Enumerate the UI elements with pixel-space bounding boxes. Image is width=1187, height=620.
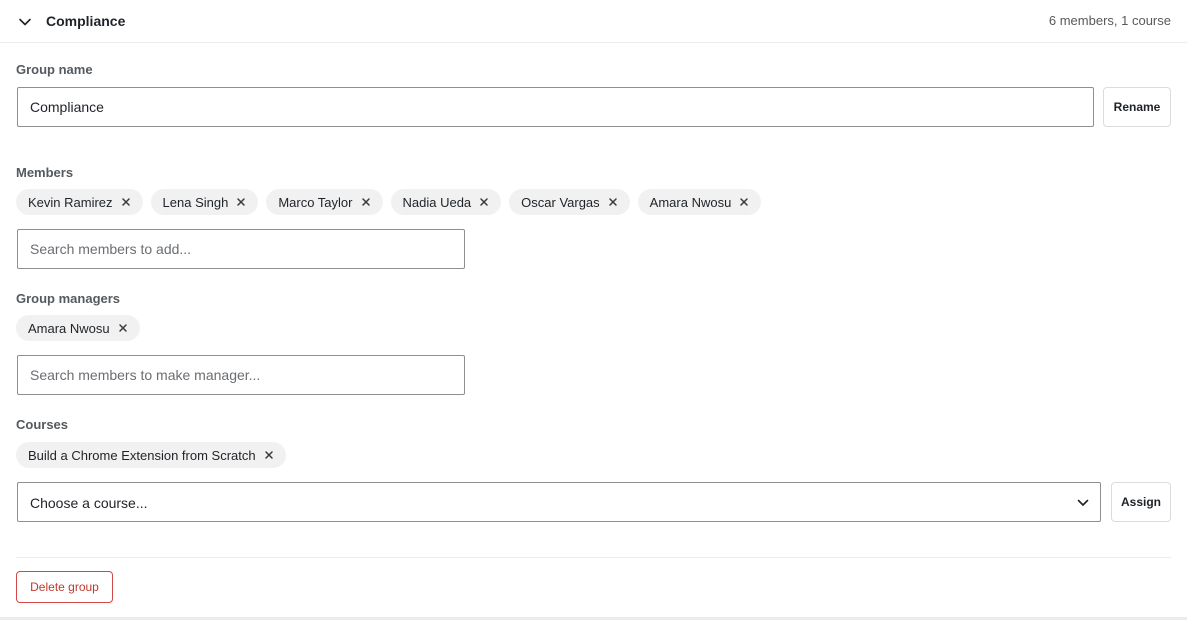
member-chip: Lena Singh: [150, 189, 259, 215]
divider: [16, 557, 1171, 558]
chevron-down-icon: [1076, 496, 1090, 510]
close-icon[interactable]: [118, 323, 128, 333]
courses-chip-list: Build a Chrome Extension from Scratch: [16, 442, 286, 468]
course-chip-label: Build a Chrome Extension from Scratch: [28, 447, 256, 463]
manager-search-input[interactable]: [17, 355, 465, 395]
assign-button[interactable]: Assign: [1111, 482, 1171, 522]
close-icon[interactable]: [608, 197, 618, 207]
member-chip: Oscar Vargas: [509, 189, 630, 215]
close-icon[interactable]: [739, 197, 749, 207]
rename-button[interactable]: Rename: [1103, 87, 1171, 127]
close-icon[interactable]: [121, 197, 131, 207]
course-select-value: Choose a course...: [30, 495, 148, 511]
close-icon[interactable]: [361, 197, 371, 207]
group-panel: Compliance 6 members, 1 course Group nam…: [0, 0, 1187, 620]
member-chip-label: Kevin Ramirez: [28, 194, 113, 210]
close-icon[interactable]: [236, 197, 246, 207]
manager-chip: Amara Nwosu: [16, 315, 140, 341]
courses-label: Courses: [16, 417, 69, 432]
member-chip: Amara Nwosu: [637, 189, 762, 215]
group-header[interactable]: Compliance 6 members, 1 course: [0, 0, 1187, 43]
close-icon[interactable]: [479, 197, 489, 207]
member-chip: Nadia Ueda: [390, 189, 502, 215]
group-summary: 6 members, 1 course: [1048, 13, 1171, 28]
delete-group-button[interactable]: Delete group: [16, 571, 113, 603]
managers-chip-list: Amara Nwosu: [16, 315, 140, 341]
course-select[interactable]: Choose a course...: [17, 482, 1101, 522]
members-chip-list: Kevin Ramirez Lena Singh Marco Taylor Na…: [16, 189, 762, 215]
chevron-down-icon[interactable]: [17, 14, 33, 30]
manager-chip-label: Amara Nwosu: [28, 320, 110, 336]
close-icon[interactable]: [264, 450, 274, 460]
course-chip: Build a Chrome Extension from Scratch: [16, 442, 286, 468]
member-chip: Marco Taylor: [266, 189, 383, 215]
member-chip: Kevin Ramirez: [16, 189, 143, 215]
member-chip-label: Amara Nwosu: [649, 194, 732, 210]
group-title: Compliance: [46, 13, 126, 29]
group-name-label: Group name: [16, 62, 93, 77]
member-search-input[interactable]: [17, 229, 465, 269]
member-chip-label: Marco Taylor: [278, 194, 353, 210]
member-chip-label: Oscar Vargas: [521, 194, 600, 210]
members-label: Members: [16, 165, 74, 180]
member-chip-label: Lena Singh: [162, 194, 229, 210]
group-name-input[interactable]: [17, 87, 1094, 127]
managers-label: Group managers: [16, 291, 121, 306]
member-chip-label: Nadia Ueda: [402, 194, 472, 210]
